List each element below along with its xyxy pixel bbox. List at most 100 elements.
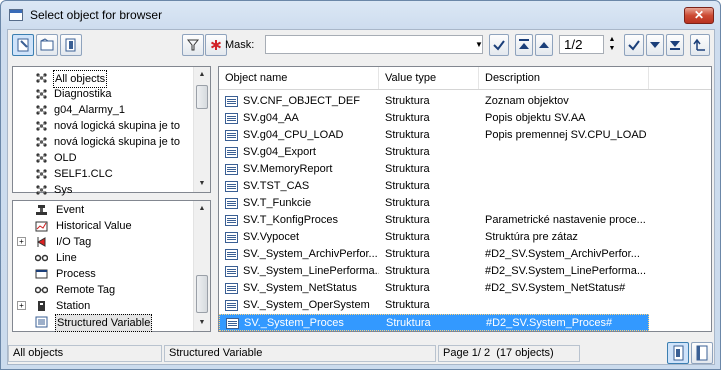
logical-group-item[interactable]: All objects: [13, 70, 193, 88]
scroll-thumb[interactable]: [196, 275, 208, 313]
logical-group-label: nová logická skupina je to: [54, 120, 180, 132]
logical-group-item[interactable]: OLD: [13, 150, 193, 166]
dialog-client: Mask: ▼ ▲ ▼: [7, 29, 715, 365]
remote-tag-icon: [34, 284, 49, 296]
object-type-item[interactable]: + Station: [13, 298, 193, 314]
cell-description: #D2_SV.System_NetStatus#: [485, 282, 626, 294]
title-bar[interactable]: Select object for browser ✕: [1, 1, 720, 29]
table-row[interactable]: SV._System_OperSystem Struktura: [219, 297, 649, 314]
mask-input[interactable]: [265, 35, 483, 54]
line-icon: [34, 252, 49, 264]
logical-group-item[interactable]: nová logická skupina je to: [13, 134, 193, 150]
cell-object-name: SV.CNF_OBJECT_DEF: [243, 95, 360, 107]
table-row[interactable]: SV.Vypocet Struktura Struktúra pre zátaz: [219, 229, 649, 246]
apply-mask-button[interactable]: [489, 34, 509, 56]
expand-icon[interactable]: +: [17, 237, 26, 246]
folder-mode-button[interactable]: [36, 34, 58, 56]
event-icon: [35, 204, 48, 216]
io-tag-icon: [35, 236, 48, 248]
close-button[interactable]: ✕: [684, 7, 714, 24]
table-row[interactable]: SV.g04_Export Struktura: [219, 144, 649, 161]
column-header-description[interactable]: Description: [479, 67, 649, 89]
scroll-up-icon[interactable]: ▲: [194, 67, 210, 83]
object-type-item[interactable]: Historical Value: [13, 218, 193, 234]
window-title: Select object for browser: [30, 8, 163, 22]
cell-value-type: Struktura: [385, 265, 430, 277]
table-row[interactable]: SV.g04_AA Struktura Popis objektu SV.AA: [219, 110, 649, 127]
logical-group-label: nová logická skupina je to: [54, 136, 180, 148]
expand-icon[interactable]: +: [17, 301, 26, 310]
structure-icon: [225, 215, 238, 226]
spin-down-icon[interactable]: ▼: [606, 44, 618, 53]
logical-group-tree[interactable]: All objects Diagnostika g04_Alarmy_1 nov…: [12, 66, 211, 196]
table-row[interactable]: SV.T_Funkcie Struktura: [219, 195, 649, 212]
clear-filter-button[interactable]: [205, 34, 227, 56]
table-row[interactable]: SV._System_ArchivPerfor... Struktura #D2…: [219, 246, 649, 263]
mask-dropdown-arrow[interactable]: ▼: [474, 36, 484, 53]
table-row[interactable]: SV.g04_CPU_LOAD Struktura Popis premenne…: [219, 127, 649, 144]
page-spinner[interactable]: ▲ ▼: [606, 35, 618, 54]
previous-page-button[interactable]: [535, 34, 553, 56]
table-row[interactable]: SV.CNF_OBJECT_DEF Struktura Zoznam objek…: [219, 93, 649, 110]
logical-group-item[interactable]: g04_Alarmy_1: [13, 102, 193, 118]
last-page-button[interactable]: [666, 34, 684, 56]
object-type-item[interactable]: Event: [13, 202, 193, 218]
cell-description: #D2_SV.System_ArchivPerfor...: [485, 248, 640, 260]
browse-mode-button[interactable]: [60, 34, 82, 56]
cell-value-type: Struktura: [385, 197, 430, 209]
status-scope: All objects: [8, 345, 162, 362]
object-mode-button[interactable]: [12, 34, 34, 56]
cell-value-type: Struktura: [386, 317, 431, 329]
table-row[interactable]: SV._System_LinePerforma... Struktura #D2…: [219, 263, 649, 280]
table-row[interactable]: SV._System_Proces Struktura #D2_SV.Syste…: [219, 314, 649, 331]
status-list-view-button[interactable]: [667, 342, 689, 364]
table-row[interactable]: SV._System_NetStatus Struktura #D2_SV.Sy…: [219, 280, 649, 297]
logical-group-item[interactable]: Diagnostika: [13, 86, 193, 102]
spin-up-icon[interactable]: ▲: [606, 35, 618, 44]
logical-group-item[interactable]: nová logická skupina je to: [13, 118, 193, 134]
scroll-down-icon[interactable]: ▼: [194, 176, 210, 192]
object-type-tree[interactable]: Event Historical Value + I/O Tag Line Pr…: [12, 200, 211, 332]
logical-group-tree-scrollbar[interactable]: ▲ ▼: [193, 67, 210, 192]
object-type-item[interactable]: + I/O Tag: [13, 234, 193, 250]
cell-object-name: SV.T_Funkcie: [243, 197, 312, 209]
cell-value-type: Struktura: [385, 146, 430, 158]
object-type-item[interactable]: Line: [13, 250, 193, 266]
column-header-value-type[interactable]: Value type: [379, 67, 479, 89]
structure-icon: [225, 181, 238, 192]
scroll-up-icon[interactable]: ▲: [194, 201, 210, 217]
check-icon: [628, 40, 640, 51]
station-icon: [35, 300, 48, 312]
object-type-tree-scrollbar[interactable]: ▲ ▼: [193, 201, 210, 331]
structure-icon: [225, 130, 238, 141]
filter-button[interactable]: [182, 34, 204, 56]
cell-description: Parametrické nastavenie proce...: [485, 214, 646, 226]
object-list[interactable]: Object name Value type Description SV.CN…: [218, 66, 712, 332]
cell-value-type: Struktura: [385, 248, 430, 260]
object-type-item[interactable]: Process: [13, 266, 193, 282]
logical-group-label: OLD: [54, 152, 77, 164]
object-type-item[interactable]: Remote Tag: [13, 282, 193, 298]
next-page-button[interactable]: [646, 34, 664, 56]
table-row[interactable]: SV.TST_CAS Struktura: [219, 178, 649, 195]
table-row[interactable]: SV.T_KonfigProces Struktura Parametrické…: [219, 212, 649, 229]
scroll-thumb[interactable]: [196, 85, 208, 109]
go-up-button[interactable]: [690, 34, 710, 56]
list-header: Object name Value type Description: [219, 67, 711, 90]
first-page-button[interactable]: [515, 34, 533, 56]
cell-object-name: SV.g04_AA: [243, 112, 299, 124]
table-row[interactable]: SV.MemoryReport Struktura: [219, 161, 649, 178]
apply-page-button[interactable]: [624, 34, 644, 56]
status-detail-view-button[interactable]: [691, 342, 713, 364]
process-icon: [35, 268, 48, 280]
logical-group-label: g04_Alarmy_1: [54, 104, 125, 116]
logical-group-item[interactable]: SELF1.CLC: [13, 166, 193, 182]
structure-icon: [225, 164, 238, 175]
scroll-down-icon[interactable]: ▼: [194, 315, 210, 331]
logical-group-item[interactable]: Sys: [13, 182, 193, 198]
network-group-icon: [35, 88, 48, 100]
page-field[interactable]: [559, 35, 604, 54]
object-type-item[interactable]: Structured Variable: [13, 314, 193, 332]
column-header-object-name[interactable]: Object name: [219, 67, 379, 89]
structured-variable-icon: [35, 316, 48, 328]
